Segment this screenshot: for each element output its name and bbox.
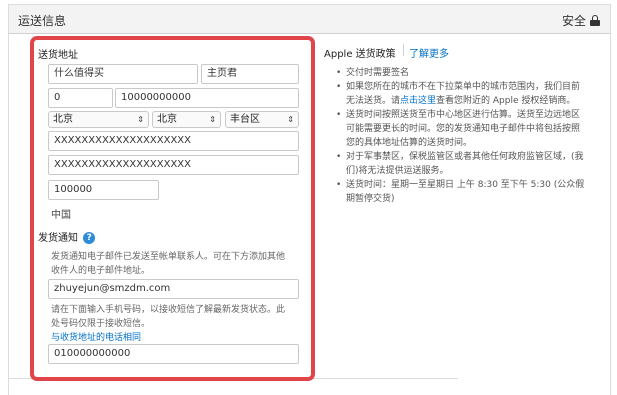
address-line1-field[interactable]: XXXXXXXXXXXXXXXXXXXX [48, 131, 299, 151]
policy-line-text: 无法送货。请 [346, 96, 401, 106]
shipping-notice-title: 发货通知 [38, 233, 78, 244]
first-name-field[interactable]: 什么值得买 [48, 64, 198, 84]
policy-item: 送货时间按照送货至市中心地区进行估算。送货至边远地区 可能需要更长的时间。您的发… [336, 108, 611, 150]
chevron-updown-icon: ⇕ [137, 115, 144, 124]
sms-note-line2: 处号码仅限于接收短信。 [51, 319, 151, 329]
mobile-field[interactable]: 010000000000 [48, 344, 299, 364]
sms-note: 请在下面输入手机号码，以接收短信了解最新发货状态。此 处号码仅限于接收短信。 [51, 303, 301, 331]
email-note-line1: 发货通知电子邮件已发送至帐单联系人。可在下方添加其他 [51, 252, 286, 262]
policy-title: Apple 送货政策 [324, 49, 396, 60]
help-icon[interactable]: ? [83, 232, 96, 244]
postal-code-field[interactable]: 100000 [48, 180, 159, 200]
chevron-updown-icon: ⇕ [287, 115, 294, 124]
policy-item: 对于军事禁区，保税监管区或者其他任何政府监管区域，(我 们)将无法提供运送服务。 [336, 150, 611, 178]
policy-separator [403, 44, 404, 56]
area-code-field[interactable]: 0 [48, 88, 113, 108]
policy-line: 如果您所在的城市不在下拉菜单中的城市范围内，我们目前 [346, 82, 581, 92]
policy-line: 送货时间：星期一至星期日 上午 8:30 至下午 5:30 (公众假 [346, 180, 585, 190]
policy-list: 交付时需要签名 如果您所在的城市不在下拉菜单中的城市范围内，我们目前 无法送货。… [336, 66, 611, 206]
policy-item: 交付时需要签名 [336, 66, 611, 80]
policy-line: 对于军事禁区，保税监管区或者其他任何政府监管区域，(我 [346, 152, 584, 162]
address-line2-field[interactable]: XXXXXXXXXXXXXXXXXXXX [48, 155, 299, 175]
province-select[interactable]: 北京 ⇕ [48, 111, 149, 128]
phone-field[interactable]: 10000000000 [115, 88, 299, 108]
city-select[interactable]: 北京 ⇕ [152, 111, 221, 128]
click-here-link[interactable]: 点击这里 [400, 96, 436, 106]
chevron-updown-icon: ⇕ [209, 115, 216, 124]
policy-line: 送货时间按照送货至市中心地区进行估算。送货至边远地区 [346, 110, 581, 120]
district-select[interactable]: 丰台区 ⇕ [225, 111, 299, 128]
province-value: 北京 [53, 114, 73, 125]
country-text: 中国 [51, 210, 71, 221]
policy-line: 们)将无法提供运送服务。 [346, 166, 449, 176]
sms-note-line1: 请在下面输入手机号码，以接收短信了解最新发货状态。此 [51, 305, 286, 315]
notification-email-field[interactable]: zhuyejun@smzdm.com [48, 279, 299, 299]
same-phone-link[interactable]: 与收货地址的电话相同 [51, 331, 141, 345]
policy-line: 可能需要更长的时间。您的发货通知电子邮件中将包括按照 [346, 124, 581, 134]
policy-line: 期暂停交货) [346, 194, 395, 204]
district-value: 丰台区 [230, 114, 260, 125]
policy-item: 如果您所在的城市不在下拉菜单中的城市范围内，我们目前 无法送货。请点击这里查看您… [336, 80, 611, 108]
policy-line: 您的具体地址估算的送货时间。 [346, 138, 473, 148]
policy-line: 无法送货。请点击这里查看您附近的 Apple 授权经销商。 [346, 94, 611, 108]
policy-line: 交付时需要签名 [346, 68, 410, 78]
policy-line-text: 查看您附近的 Apple 授权经销商。 [436, 96, 576, 106]
email-note: 发货通知电子邮件已发送至帐单联系人。可在下方添加其他 收件人的电子邮件地址。 [51, 250, 301, 278]
learn-more-link[interactable]: 了解更多 [409, 45, 449, 60]
city-value: 北京 [157, 114, 177, 125]
last-name-field[interactable]: 主页君 [201, 64, 299, 84]
shipping-address-label: 送货地址 [38, 50, 78, 61]
email-note-line2: 收件人的电子邮件地址。 [51, 266, 151, 276]
policy-item: 送货时间：星期一至星期日 上午 8:30 至下午 5:30 (公众假 期暂停交货… [336, 178, 611, 206]
checkout-shipping-page: 运送信息 安全 送货地址 什么值得买 主页君 0 10000000000 北京 … [0, 0, 617, 395]
shipping-notice-label: 发货通知 ? [38, 229, 96, 244]
